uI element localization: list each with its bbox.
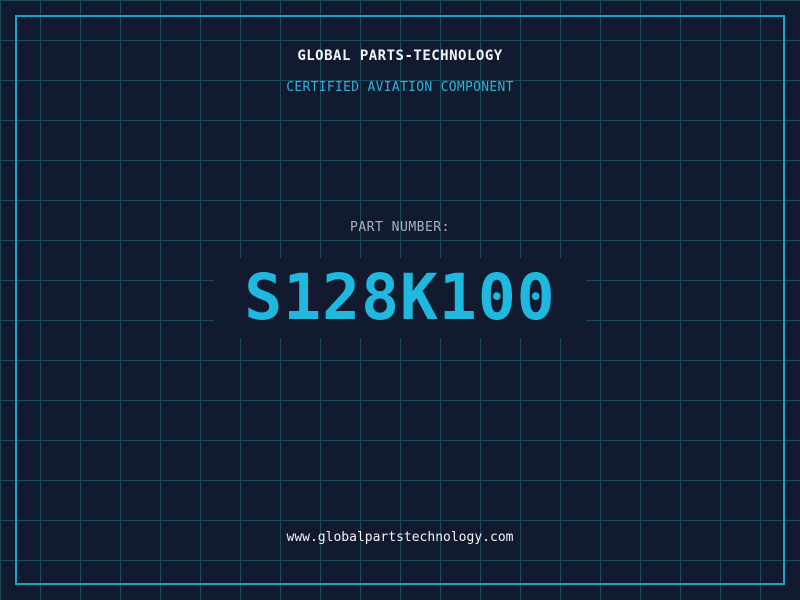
certification-subtitle: CERTIFIED AVIATION COMPONENT — [286, 80, 514, 95]
label-card: GLOBAL PARTS-TECHNOLOGY CERTIFIED AVIATI… — [0, 0, 800, 600]
part-number-value: S128K100 — [244, 261, 556, 334]
part-number-label: PART NUMBER: — [350, 220, 450, 235]
website-url: www.globalpartstechnology.com — [286, 530, 514, 545]
company-name: GLOBAL PARTS-TECHNOLOGY — [297, 48, 503, 64]
